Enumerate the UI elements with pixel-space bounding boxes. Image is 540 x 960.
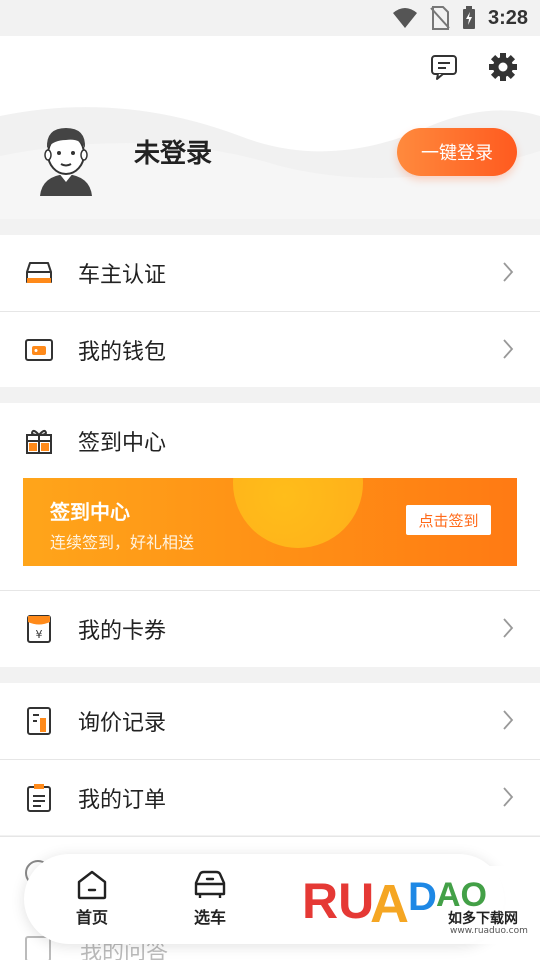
svg-text:D: D (408, 875, 437, 919)
order-clipboard-icon (24, 783, 54, 813)
watermark-cn-text: 如多下载网 (448, 911, 518, 927)
menu-label: 我的订单 (78, 787, 167, 813)
no-sim-icon (430, 6, 450, 30)
menu-label: 我的钱包 (78, 339, 167, 365)
menu-item-coupons[interactable]: ¥ 我的卡券 (0, 591, 540, 667)
menu-section-account: 车主认证 我的钱包 (0, 235, 540, 387)
chevron-right-icon (503, 618, 514, 638)
wallet-icon (24, 335, 54, 365)
car-front-icon (24, 258, 54, 288)
nav-item-home[interactable]: 首页 (62, 870, 122, 928)
watermark-url-text: www.ruaduo.com (450, 926, 528, 936)
sign-banner-subtitle: 连续签到，好礼相送 (50, 533, 195, 552)
coupon-icon: ¥ (24, 614, 54, 644)
chevron-right-icon (503, 262, 514, 282)
menu-item-inquiry-history[interactable]: 询价记录 (0, 683, 540, 759)
menu-item-owner-verify[interactable]: 车主认证 (0, 235, 540, 311)
menu-label: 签到中心 (78, 431, 167, 456)
banner-decoration (233, 478, 363, 548)
car-icon (194, 870, 226, 898)
avatar[interactable] (36, 122, 96, 196)
svg-text:RU: RU (302, 873, 374, 929)
chevron-right-icon (503, 787, 514, 807)
chevron-right-icon (503, 339, 514, 359)
menu-label: 我的卡券 (78, 619, 167, 644)
watermark-logo: RU A D AO 如多下载网 www.ruaduo.com (300, 866, 528, 944)
svg-text:¥: ¥ (36, 628, 43, 641)
menu-section-orders: 询价记录 我的订单 (0, 683, 540, 835)
status-bar: 3:28 (0, 0, 540, 36)
status-time: 3:28 (487, 6, 528, 29)
nav-label-home: 首页 (75, 908, 108, 927)
login-status-text: 未登录 (134, 139, 213, 169)
gift-icon (24, 426, 54, 456)
svg-text:A: A (370, 874, 409, 934)
menu-item-orders[interactable]: 我的订单 (0, 759, 540, 835)
menu-label: 询价记录 (78, 711, 167, 736)
sign-in-banner[interactable]: 签到中心 连续签到，好礼相送 点击签到 (23, 478, 517, 566)
nav-item-choose-car[interactable]: 选车 (180, 870, 240, 928)
menu-item-sign-center[interactable]: 签到中心 (0, 403, 540, 479)
battery-icon (462, 6, 475, 29)
wifi-icon (392, 8, 417, 28)
menu-label: 车主认证 (78, 263, 167, 288)
menu-section-coupons: ¥ 我的卡券 (0, 590, 540, 667)
inquiry-record-icon (24, 706, 54, 736)
sign-banner-title: 签到中心 (50, 500, 130, 524)
menu-item-wallet[interactable]: 我的钱包 (0, 311, 540, 387)
nav-label-choose-car: 选车 (193, 908, 226, 927)
chevron-right-icon (503, 710, 514, 730)
one-click-login-button[interactable]: 一键登录 (397, 128, 517, 176)
home-icon (77, 870, 107, 900)
profile-header: 未登录 一键登录 (0, 36, 540, 219)
message-icon[interactable] (430, 53, 458, 81)
sign-in-button[interactable]: 点击签到 (406, 505, 491, 535)
settings-icon[interactable] (488, 52, 518, 82)
